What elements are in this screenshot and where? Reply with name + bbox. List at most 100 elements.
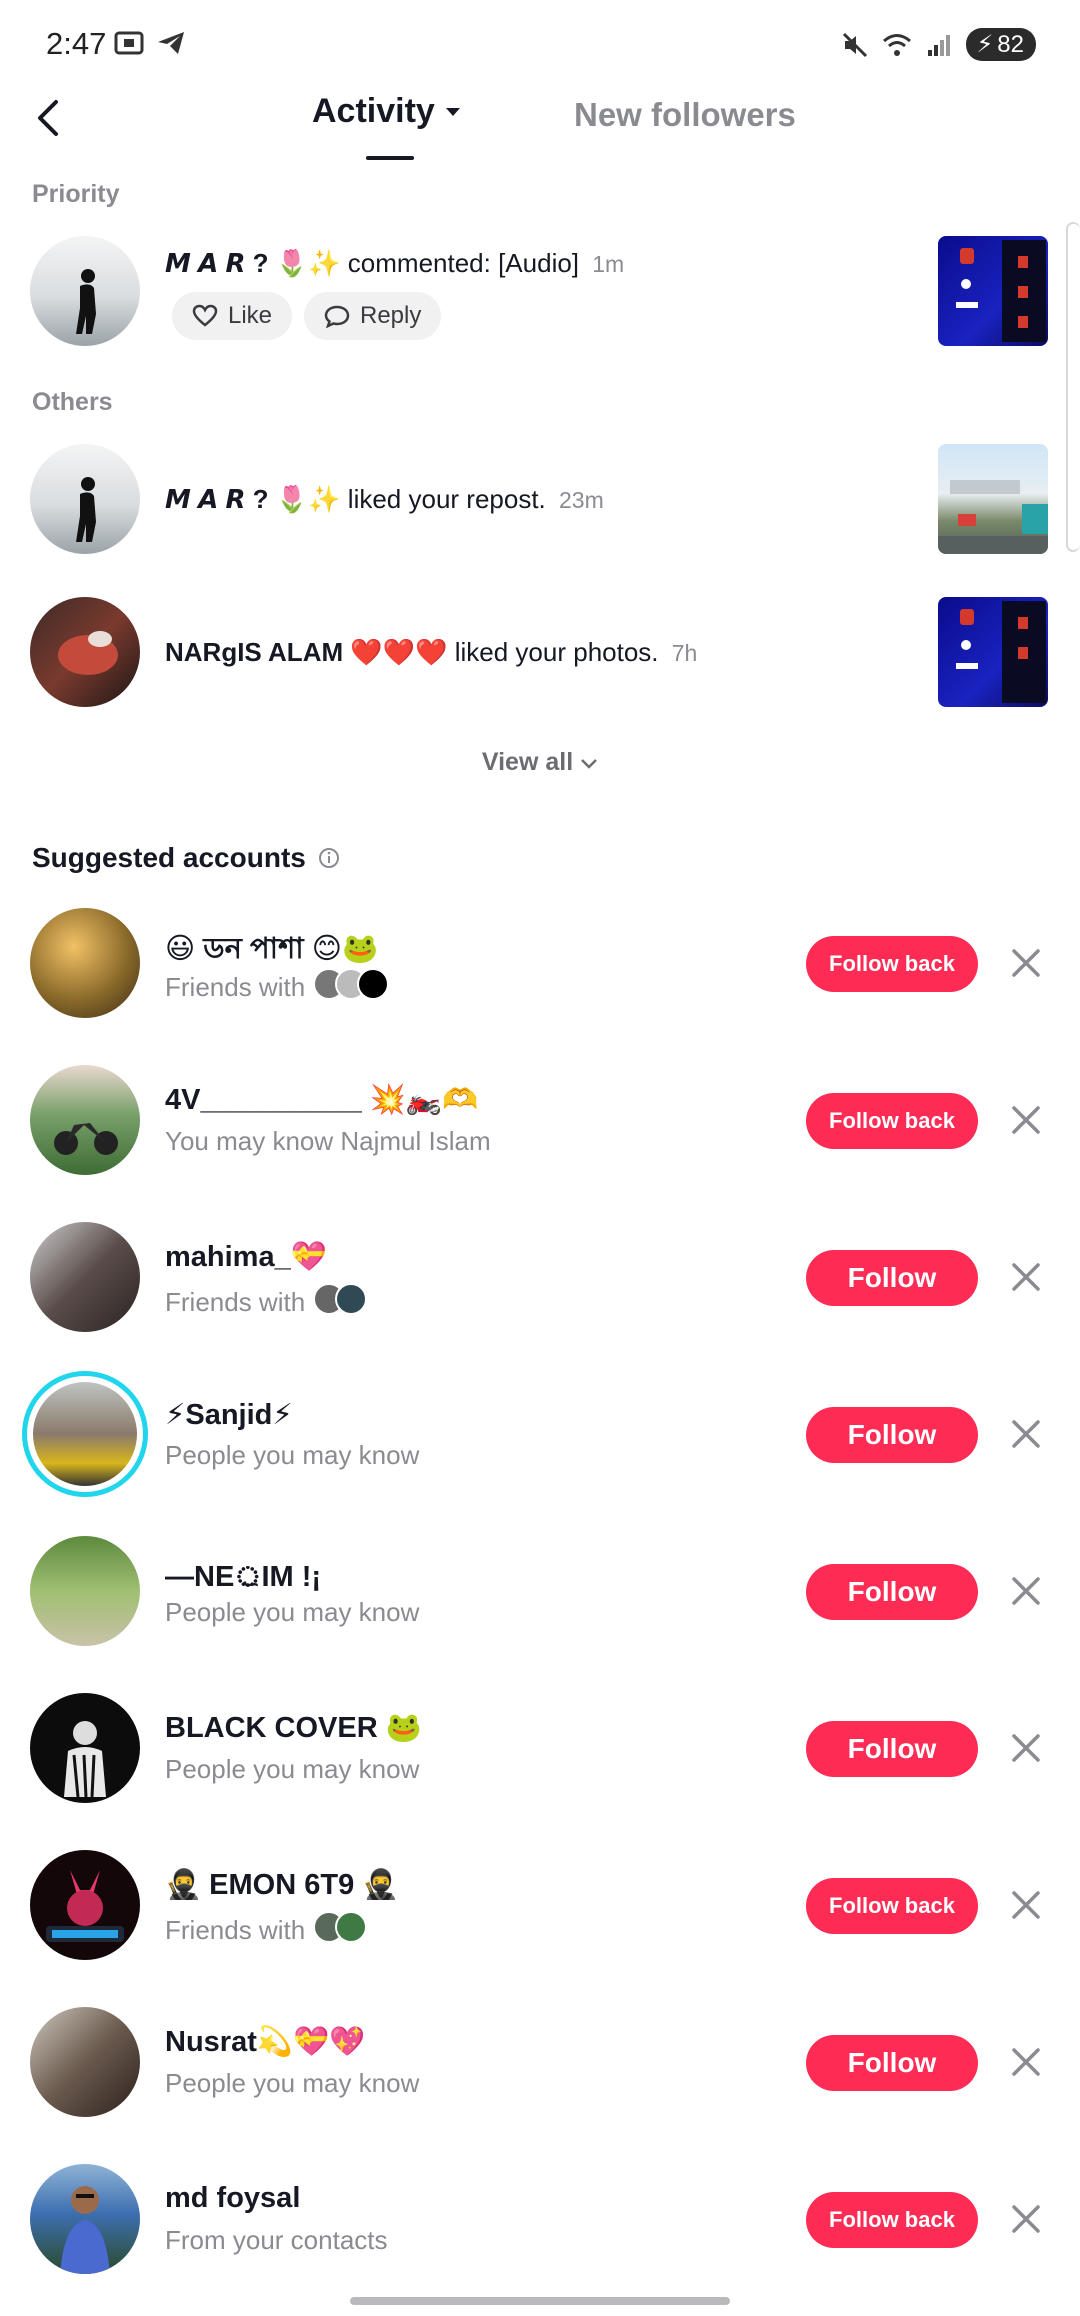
account-subtitle: From your contacts — [165, 2225, 388, 2256]
tab-activity[interactable]: Activity — [312, 92, 461, 131]
chat-bubble-icon — [324, 305, 350, 328]
account-subtitle: Friends with — [165, 968, 390, 1007]
account-subtitle-text: People you may know — [165, 2068, 420, 2098]
account-name: 🥷 EMON 6T9 🥷 — [165, 1869, 399, 1901]
avatar[interactable] — [30, 597, 140, 707]
account-subtitle-text: From your contacts — [165, 2225, 388, 2255]
battery-level: 82 — [997, 30, 1024, 58]
follow-button[interactable]: Follow — [806, 1407, 978, 1463]
back-arrow-icon[interactable] — [28, 96, 72, 140]
notification-time: 7h — [671, 640, 698, 666]
avatar[interactable] — [33, 1382, 137, 1486]
info-icon[interactable] — [318, 847, 340, 869]
close-icon[interactable] — [1008, 1887, 1044, 1923]
account-name: Nusrat💫💝💖 — [165, 2026, 366, 2058]
post-thumbnail-graphic — [956, 601, 1046, 703]
account-subtitle-text: Friends with — [165, 972, 306, 1002]
follow-back-button[interactable]: Follow back — [806, 1878, 978, 1934]
notification-text[interactable]: NARgIS ALAM ❤️❤️❤️ liked your photos. 7h — [165, 637, 697, 668]
notification-username: 𝙈 𝘼 𝙍 ? — [165, 484, 269, 514]
account-subtitle: Friends with — [165, 1911, 368, 1950]
status-left-icons — [114, 30, 186, 56]
mutual-friends-avatars — [313, 1911, 368, 1950]
avatar[interactable] — [30, 1222, 140, 1332]
account-name: md foysal — [165, 2182, 301, 2214]
post-thumbnail-graphic — [956, 240, 1046, 342]
avatar[interactable] — [30, 236, 140, 346]
close-icon[interactable] — [1008, 1573, 1044, 1609]
avatar-photo — [60, 2186, 110, 2274]
caret-down-icon — [445, 107, 460, 116]
avatar[interactable] — [30, 2164, 140, 2274]
avatar[interactable] — [30, 1693, 140, 1803]
status-time: 2:47 — [46, 26, 107, 61]
mutual-friends-avatars — [313, 968, 390, 1007]
suggested-accounts-title: Suggested accounts — [32, 842, 340, 874]
mutual-friends-avatars — [313, 1283, 368, 1322]
close-icon[interactable] — [1008, 945, 1044, 981]
close-icon[interactable] — [1008, 1416, 1044, 1452]
suggested-accounts-label: Suggested accounts — [32, 842, 306, 873]
avatar[interactable] — [30, 1065, 140, 1175]
screenshot-icon — [114, 31, 144, 55]
notification-text[interactable]: 𝙈 𝘼 𝙍 ? 🌷✨ commented: [Audio] 1m — [165, 248, 624, 279]
notification-text[interactable]: 𝙈 𝘼 𝙍 ? 🌷✨ liked your repost. 23m — [165, 484, 604, 515]
reply-button[interactable]: Reply — [304, 292, 442, 340]
notification-time: 23m — [559, 487, 604, 513]
like-button[interactable]: Like — [172, 292, 293, 340]
avatar[interactable] — [30, 1536, 140, 1646]
wifi-icon — [883, 33, 912, 56]
person-silhouette-icon — [76, 269, 96, 334]
scroll-indicator — [1066, 222, 1080, 552]
follow-button[interactable]: Follow — [806, 1564, 978, 1620]
tab-active-indicator — [366, 156, 414, 160]
view-all-label: View all — [481, 748, 574, 776]
account-subtitle: You may know Najmul Islam — [165, 1126, 491, 1157]
follow-button[interactable]: Follow — [806, 2035, 978, 2091]
account-subtitle-text: People you may know — [165, 1754, 420, 1784]
mute-icon — [843, 32, 868, 57]
follow-back-button[interactable]: Follow back — [806, 936, 978, 992]
avatar-photo — [58, 631, 118, 675]
post-thumbnail[interactable] — [938, 236, 1048, 346]
view-all-button[interactable]: View all — [0, 748, 1080, 777]
close-icon[interactable] — [1008, 1730, 1044, 1766]
signal-icon — [928, 34, 951, 56]
home-indicator[interactable] — [350, 2297, 730, 2305]
battery-indicator: ⚡ 82 — [966, 28, 1036, 61]
heart-outline-icon — [192, 304, 218, 327]
follow-back-button[interactable]: Follow back — [806, 2192, 978, 2248]
close-icon[interactable] — [1008, 2201, 1044, 2237]
telegram-icon — [158, 32, 184, 54]
close-icon[interactable] — [1008, 1102, 1044, 1138]
account-name: ⚡Sanjid⚡ — [165, 1399, 293, 1431]
notification-time: 1m — [592, 251, 625, 277]
avatar[interactable] — [30, 2007, 140, 2117]
account-subtitle-text: Friends with — [165, 1287, 306, 1317]
mini-avatar — [335, 1283, 368, 1315]
follow-back-button[interactable]: Follow back — [806, 1093, 978, 1149]
status-right-icons: ⚡ 82 — [842, 28, 1036, 61]
notification-action: liked your repost. — [347, 484, 546, 514]
avatar[interactable] — [30, 444, 140, 554]
close-icon[interactable] — [1008, 1259, 1044, 1295]
account-name: BLACK COVER 🐸 — [165, 1712, 422, 1744]
tab-activity-label: Activity — [312, 92, 435, 130]
avatar[interactable] — [30, 908, 140, 1018]
account-subtitle: People you may know — [165, 1440, 419, 1471]
follow-button[interactable]: Follow — [806, 1250, 978, 1306]
account-subtitle-text: Friends with — [165, 1915, 306, 1945]
post-thumbnail[interactable] — [938, 597, 1048, 707]
avatar[interactable] — [30, 1850, 140, 1960]
account-subtitle: People you may know — [165, 2068, 419, 2099]
notification-emoji: ❤️❤️❤️ — [350, 637, 448, 667]
tab-new-followers[interactable]: New followers — [574, 96, 796, 134]
account-subtitle: Friends with — [165, 1283, 368, 1322]
chevron-down-icon — [581, 759, 597, 769]
close-icon[interactable] — [1008, 2044, 1044, 2080]
post-thumbnail[interactable] — [938, 444, 1048, 554]
mini-avatar — [335, 1911, 368, 1943]
account-subtitle: People you may know — [165, 1754, 419, 1785]
notification-action: commented: [Audio] — [347, 248, 580, 278]
follow-button[interactable]: Follow — [806, 1721, 978, 1777]
